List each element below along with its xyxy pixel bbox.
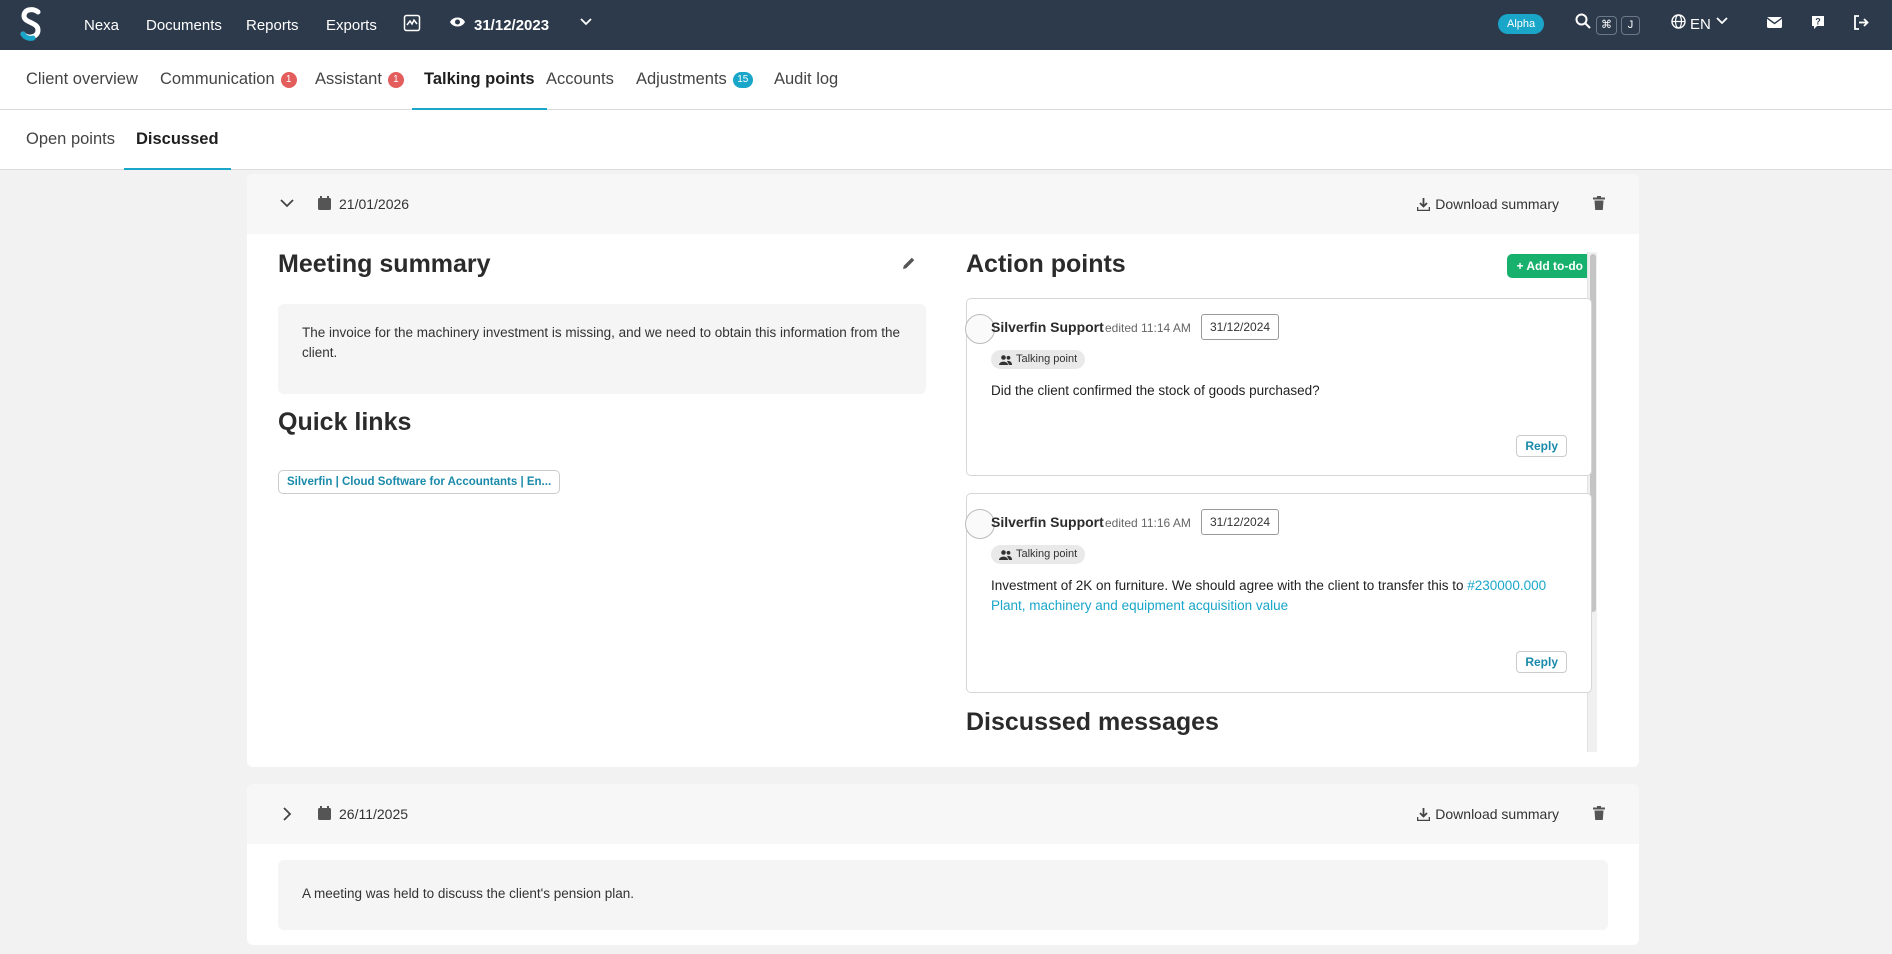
language-chevron-down-icon[interactable] [1716, 17, 1728, 25]
tab-assistant[interactable]: Assistant 1 [303, 50, 416, 109]
tab-talking-points[interactable]: Talking points [412, 50, 547, 110]
calendar-icon [318, 196, 331, 210]
calendar-icon [318, 806, 331, 820]
meeting-summary-title: Meeting summary [278, 250, 491, 278]
chevron-right-icon[interactable] [283, 807, 292, 821]
globe-icon [1671, 14, 1686, 29]
action-point-date[interactable]: 31/12/2024 [1201, 314, 1280, 340]
secondary-tabs: Open points Discussed [0, 110, 1892, 170]
meeting-card: 26/11/2025 Download summary A meeting wa… [247, 784, 1639, 945]
tab-label: Open points [26, 130, 115, 148]
quick-link[interactable]: Silverfin | Cloud Software for Accountan… [278, 470, 561, 494]
nav-nexa[interactable]: Nexa [84, 0, 119, 50]
tab-accounts[interactable]: Accounts [534, 50, 626, 109]
quick-links-title: Quick links [278, 408, 412, 436]
meeting-card: 21/01/2026 Download summary Meeting summ… [247, 174, 1639, 767]
message-text: Investment of 2K on furniture. We should… [991, 578, 1468, 593]
search-shortcut: ⌘ J [1592, 0, 1640, 50]
meeting-date: 21/01/2026 [339, 196, 410, 212]
reply-button[interactable]: Reply [1516, 651, 1567, 673]
tab-audit-log[interactable]: Audit log [762, 50, 850, 109]
action-point-message: Did the client confirmed the stock of go… [991, 383, 1320, 398]
action-point-message: Investment of 2K on furniture. We should… [991, 576, 1571, 616]
tab-communication[interactable]: Communication 1 [148, 50, 309, 109]
download-summary-button[interactable]: Download summary [1417, 196, 1559, 212]
download-summary-label: Download summary [1435, 196, 1559, 212]
tab-discussed[interactable]: Discussed [124, 110, 231, 170]
primary-tabs: Client overview Communication 1 Assistant… [0, 50, 1892, 110]
eye-icon [450, 17, 465, 27]
edited-time: edited 11:16 AM [1105, 516, 1191, 530]
j-key: J [1621, 15, 1640, 35]
alpha-badge: Alpha [1498, 14, 1545, 34]
svg-text:?: ? [1815, 17, 1821, 27]
meeting-date: 26/11/2025 [339, 806, 409, 822]
download-summary-button[interactable]: Download summary [1417, 806, 1559, 822]
tab-adjustments[interactable]: Adjustments 15 [624, 50, 765, 109]
download-summary-label: Download summary [1435, 806, 1559, 822]
meeting-card-header[interactable]: 26/11/2025 Download summary [247, 784, 1639, 844]
tab-label: Talking points [424, 70, 535, 88]
meeting-card-body: Meeting summary The invoice for the mach… [247, 234, 1639, 767]
search-icon[interactable] [1575, 13, 1591, 29]
trash-icon[interactable] [1593, 196, 1605, 210]
meeting-summary-text: A meeting was held to discuss the client… [278, 860, 1608, 930]
chevron-down-icon[interactable] [280, 199, 294, 208]
period-selector[interactable]: 31/12/2023 [474, 0, 549, 50]
author-name: Silverfin Support [991, 319, 1104, 335]
nav-documents[interactable]: Documents [146, 0, 222, 50]
tab-label: Discussed [136, 130, 219, 148]
users-icon [999, 549, 1012, 560]
tab-label: Accounts [546, 70, 614, 88]
action-point-card: Silverfin Support edited 11:16 AM 31/12/… [965, 493, 1592, 693]
top-navigation-bar: Nexa Documents Reports Exports 31/12/202… [0, 0, 1892, 50]
discussed-messages-title: Discussed messages [966, 708, 1219, 736]
nav-exports[interactable]: Exports [326, 0, 377, 50]
download-icon [1417, 197, 1431, 211]
count-badge: 1 [387, 72, 404, 88]
tab-label: Client overview [26, 70, 138, 88]
talking-point-tag: Talking point [991, 545, 1086, 564]
tab-label: Assistant [315, 70, 382, 88]
add-todo-button[interactable]: + Add to-do [1507, 254, 1592, 278]
action-point-card: Silverfin Support edited 11:14 AM 31/12/… [965, 298, 1592, 476]
help-icon[interactable]: ? [1811, 15, 1825, 30]
action-points-title: Action points [966, 250, 1126, 278]
count-badge: 15 [732, 72, 753, 88]
envelope-icon[interactable] [1767, 17, 1782, 28]
tab-client-overview[interactable]: Client overview [14, 50, 150, 109]
tab-label: Audit log [774, 70, 839, 88]
download-icon [1417, 807, 1431, 821]
edited-time: edited 11:14 AM [1105, 321, 1191, 335]
pencil-icon[interactable] [902, 256, 916, 270]
talking-point-tag: Talking point [991, 350, 1086, 369]
tab-label: Adjustments [636, 70, 727, 88]
activity-chart-icon[interactable] [403, 14, 421, 32]
language-selector[interactable]: EN [1690, 0, 1711, 49]
tag-label: Talking point [1016, 353, 1078, 365]
nav-reports[interactable]: Reports [246, 0, 299, 50]
author-name: Silverfin Support [991, 514, 1104, 530]
tag-label: Talking point [1016, 548, 1078, 560]
command-key: ⌘ [1596, 15, 1617, 35]
meeting-card-header[interactable]: 21/01/2026 Download summary [247, 174, 1639, 234]
logout-icon[interactable] [1853, 15, 1869, 30]
trash-icon[interactable] [1593, 806, 1605, 820]
meeting-summary-text: The invoice for the machinery investment… [278, 304, 926, 394]
count-badge: 1 [280, 72, 297, 88]
reply-button[interactable]: Reply [1516, 435, 1567, 457]
silverfin-logo-icon[interactable] [19, 5, 43, 43]
users-icon [999, 354, 1012, 365]
tab-open-points[interactable]: Open points [14, 110, 127, 169]
action-point-date[interactable]: 31/12/2024 [1201, 509, 1280, 535]
chevron-down-icon[interactable] [580, 18, 592, 26]
tab-label: Communication [160, 70, 275, 88]
